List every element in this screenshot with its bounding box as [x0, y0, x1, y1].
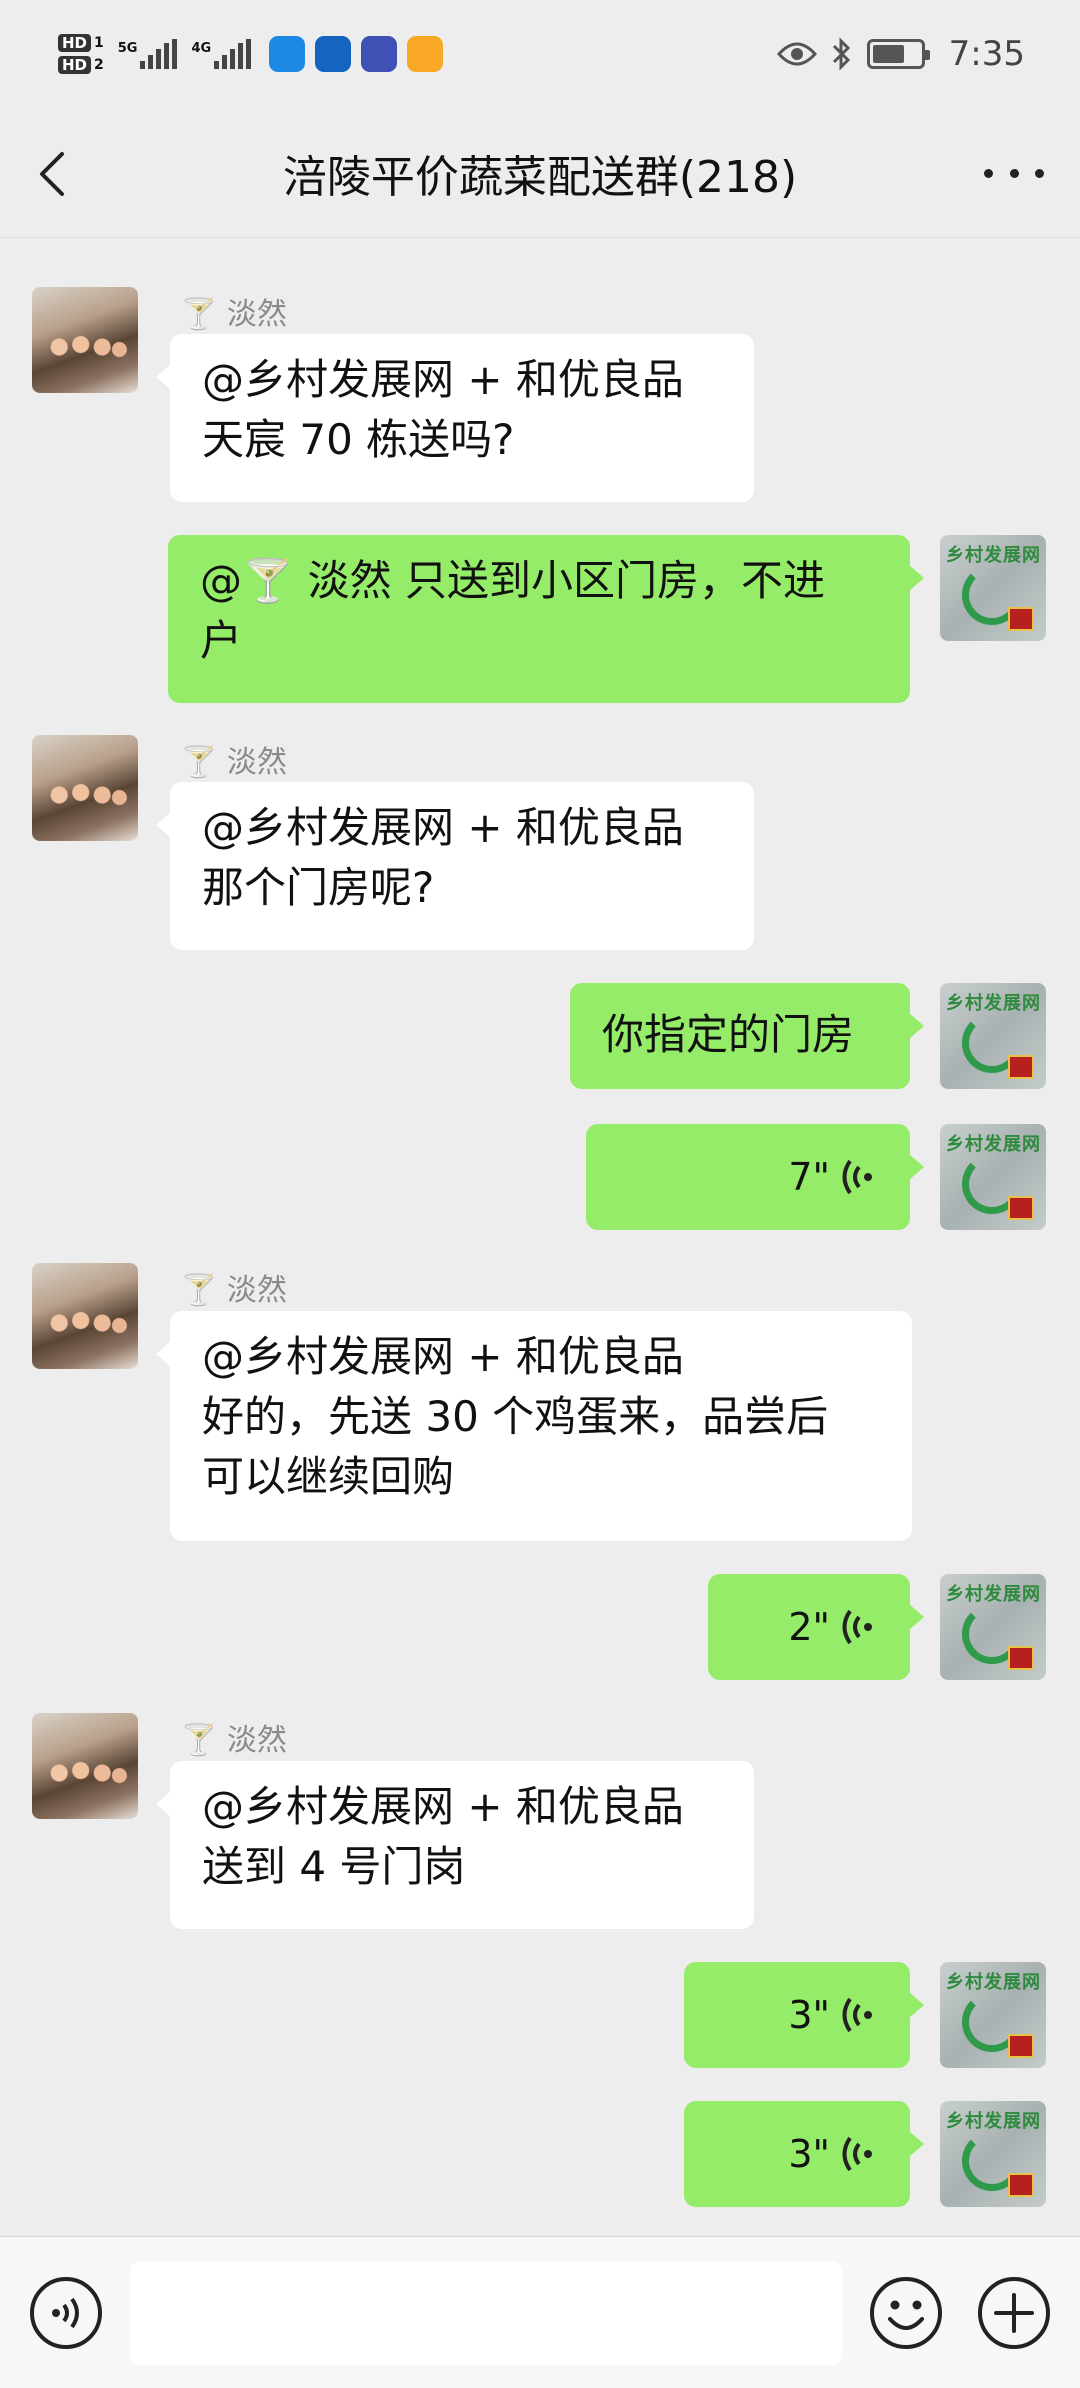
lightbulb-app-icon [315, 36, 352, 72]
message-line: @乡村发展网 + 和优良品 [202, 1782, 684, 1831]
hd1-label: HD [58, 34, 92, 52]
logo-text: 乡村发展网 [946, 1972, 1041, 1993]
chat-title: 涪陵平价蔬菜配送群(218) [282, 151, 798, 203]
voice-duration: 3" [788, 1993, 830, 2037]
weather-app-icon [269, 36, 306, 72]
message-bubble-out[interactable]: 你指定的门房 [570, 983, 924, 1089]
message-line: @乡村发展网 + 和优良品 [202, 803, 684, 852]
logo-text: 乡村发展网 [946, 1584, 1041, 1605]
voice-wave-icon [842, 2136, 872, 2172]
logo-text: 乡村发展网 [946, 545, 1041, 566]
sender-name: 🍸 淡然 [180, 1723, 287, 1758]
voice-wave-icon [842, 1159, 872, 1195]
net1-label: 5G [117, 41, 138, 56]
my-avatar[interactable]: 乡村发展网 [940, 535, 1046, 641]
dual-sim-indicator: HD 1 HD 2 [58, 34, 104, 74]
signal-4g-icon: 4G [191, 39, 252, 69]
sender-name: 🍸 淡然 [180, 745, 287, 780]
voice-message-out[interactable]: 7" [586, 1124, 924, 1230]
message-line: 好的，先送 30 个鸡蛋来，品尝后 [202, 1392, 829, 1441]
voice-duration: 2" [788, 1605, 830, 1649]
my-avatar[interactable]: 乡村发展网 [940, 1574, 1046, 1680]
message-line: 户 [200, 616, 243, 665]
message-line: 可以继续回购 [202, 1452, 455, 1501]
message-input[interactable] [130, 2261, 842, 2365]
voice-duration: 7" [788, 1155, 830, 1199]
message-line: @乡村发展网 + 和优良品 [202, 1332, 684, 1381]
message-line: 那个门房呢? [202, 863, 435, 912]
voice-input-icon[interactable] [28, 2275, 104, 2351]
my-avatar[interactable]: 乡村发展网 [940, 1962, 1046, 2068]
message-line: 你指定的门房 [602, 1010, 855, 1059]
input-bar [0, 2236, 1080, 2388]
battery-icon [866, 39, 930, 69]
sender-name: 🍸 淡然 [180, 1273, 287, 1308]
more-options-icon[interactable] [984, 158, 1044, 188]
bluetooth-icon [832, 37, 850, 71]
my-avatar[interactable]: 乡村发展网 [940, 1124, 1046, 1230]
sim2-label: 2 [94, 57, 104, 73]
net2-label: 4G [191, 41, 212, 56]
back-arrow-icon[interactable] [30, 146, 80, 202]
graduation-app-icon [361, 36, 398, 72]
message-line: 送到 4 号门岗 [202, 1842, 466, 1891]
status-bar: HD 1 HD 2 5G 4G 7:35 [0, 0, 1080, 108]
sender-name: 🍸 淡然 [180, 297, 287, 332]
logo-text: 乡村发展网 [946, 2111, 1041, 2132]
my-avatar[interactable]: 乡村发展网 [940, 983, 1046, 1089]
sender-avatar[interactable] [32, 1263, 138, 1369]
voice-wave-icon [842, 1609, 872, 1645]
eye-icon [776, 42, 817, 66]
logo-text: 乡村发展网 [946, 993, 1041, 1014]
voice-message-out[interactable]: 3" [684, 1962, 924, 2068]
message-line: @乡村发展网 + 和优良品 [202, 355, 684, 404]
voice-message-out[interactable]: 2" [708, 1574, 924, 1680]
message-bubble-in[interactable]: @乡村发展网 + 和优良品 送到 4 号门岗 [156, 1761, 754, 1929]
hd2-label: HD [58, 56, 92, 74]
message-bubble-out[interactable]: @🍸 淡然 只送到小区门房，不进 户 [168, 535, 924, 703]
my-avatar[interactable]: 乡村发展网 [940, 2101, 1046, 2207]
voice-wave-icon [842, 1997, 872, 2033]
emoji-icon[interactable] [868, 2275, 944, 2351]
voice-message-out[interactable]: 3" [684, 2101, 924, 2207]
message-bubble-in[interactable]: @乡村发展网 + 和优良品 那个门房呢? [156, 782, 754, 950]
sender-avatar[interactable] [32, 735, 138, 841]
plus-icon[interactable] [976, 2275, 1052, 2351]
cup-app-icon [407, 36, 444, 72]
voice-duration: 3" [788, 2132, 830, 2176]
sender-avatar[interactable] [32, 1713, 138, 1819]
logo-text: 乡村发展网 [946, 1134, 1041, 1155]
sim1-label: 1 [94, 35, 104, 51]
message-line: 天宸 70 栋送吗? [202, 415, 515, 464]
chat-header: 涪陵平价蔬菜配送群(218) [0, 108, 1080, 238]
message-bubble-in[interactable]: @乡村发展网 + 和优良品 好的，先送 30 个鸡蛋来，品尝后 可以继续回购 [156, 1311, 912, 1541]
message-line: @🍸 淡然 只送到小区门房，不进 [200, 556, 825, 605]
clock: 7:35 [948, 34, 1025, 74]
signal-5g-icon: 5G [118, 39, 178, 69]
message-bubble-in[interactable]: @乡村发展网 + 和优良品 天宸 70 栋送吗? [156, 334, 754, 502]
sender-avatar[interactable] [32, 287, 138, 393]
